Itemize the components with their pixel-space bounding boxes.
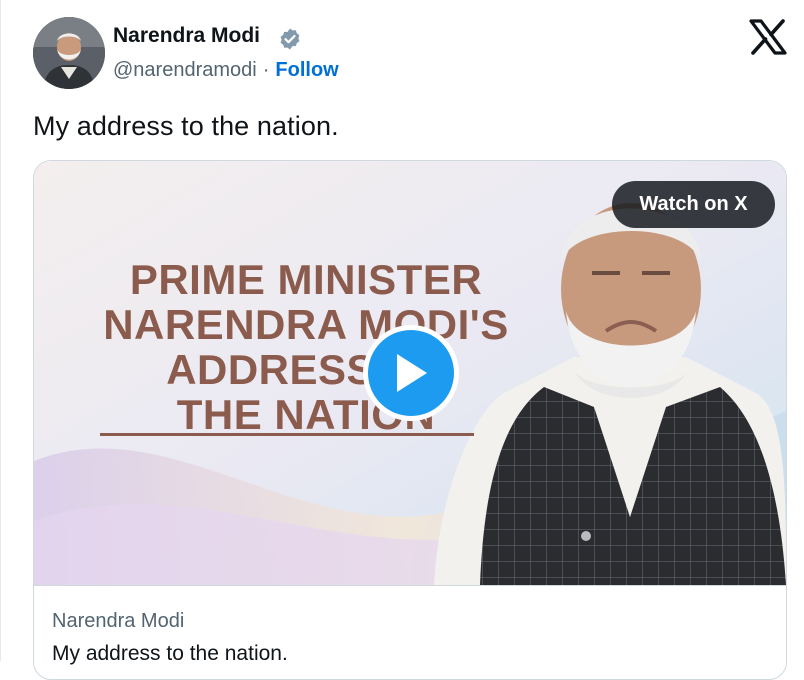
- author-name[interactable]: Narendra Modi: [113, 24, 260, 48]
- video-headline: PRIME MINISTER NARENDRA MODI'S ADDRESS T…: [66, 257, 546, 437]
- video-thumbnail[interactable]: PRIME MINISTER NARENDRA MODI'S ADDRESS T…: [34, 161, 786, 585]
- follow-link[interactable]: Follow: [275, 59, 338, 81]
- play-icon: [397, 354, 427, 392]
- card-source: Narendra Modi: [52, 610, 185, 632]
- separator-dot: ·: [262, 59, 270, 81]
- card-title: My address to the nation.: [52, 642, 288, 665]
- headline-line: ADDRESS TO: [166, 346, 446, 393]
- card-footer[interactable]: Narendra Modi My address to the nation.: [34, 585, 786, 679]
- headline-line: NARENDRA MODI'S: [103, 301, 509, 348]
- media-card[interactable]: PRIME MINISTER NARENDRA MODI'S ADDRESS T…: [33, 160, 787, 680]
- author-handle-line: @narendramodi · Follow: [113, 59, 339, 82]
- headline-line: PRIME MINISTER: [129, 256, 483, 303]
- author-handle[interactable]: @narendramodi: [113, 59, 257, 81]
- headline-line: THE NATION: [176, 391, 436, 438]
- x-logo-icon[interactable]: [748, 19, 788, 55]
- headline-rule: [100, 433, 474, 436]
- tweet-text: My address to the nation.: [33, 111, 339, 141]
- play-button[interactable]: [363, 325, 459, 421]
- play-button-fill: [368, 330, 454, 416]
- avatar[interactable]: [33, 17, 105, 89]
- verified-badge-icon: [280, 28, 300, 50]
- watch-on-x-button[interactable]: Watch on X: [612, 181, 775, 228]
- tweet-embed: Narendra Modi @narendramodi · Follow My ad…: [0, 0, 804, 680]
